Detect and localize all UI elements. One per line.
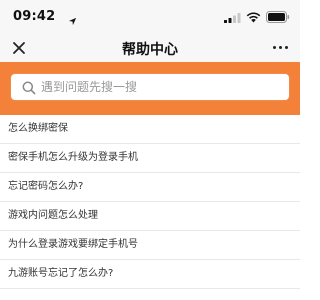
wifi-icon — [246, 8, 261, 27]
page-title: 帮助中心 — [122, 42, 178, 58]
location-arrow-icon — [68, 11, 77, 30]
faq-item[interactable]: 忘记密码怎么办? — [0, 173, 300, 202]
faq-item[interactable]: 游戏内问题怎么处理 — [0, 202, 300, 231]
battery-icon — [266, 8, 290, 27]
signal-icon — [224, 8, 241, 27]
search-icon — [22, 80, 36, 99]
search-box[interactable] — [10, 73, 290, 101]
more-icon[interactable] — [273, 46, 288, 49]
status-time: 09:42 — [13, 9, 56, 24]
search-input[interactable] — [41, 78, 281, 96]
status-indicators — [224, 10, 290, 24]
faq-item[interactable]: 密保手机怎么升级为登录手机 — [0, 144, 300, 173]
search-band — [0, 62, 300, 115]
status-bar: 09:42 — [0, 0, 300, 34]
faq-list: 怎么换绑密保 密保手机怎么升级为登录手机 忘记密码怎么办? 游戏内问题怎么处理 … — [0, 115, 300, 289]
faq-item[interactable]: 怎么换绑密保 — [0, 115, 300, 144]
faq-item[interactable]: 九游账号忘记了怎么办? — [0, 260, 300, 289]
nav-bar: 帮助中心 — [0, 34, 300, 62]
faq-item[interactable]: 为什么登录游戏要绑定手机号 — [0, 231, 300, 260]
